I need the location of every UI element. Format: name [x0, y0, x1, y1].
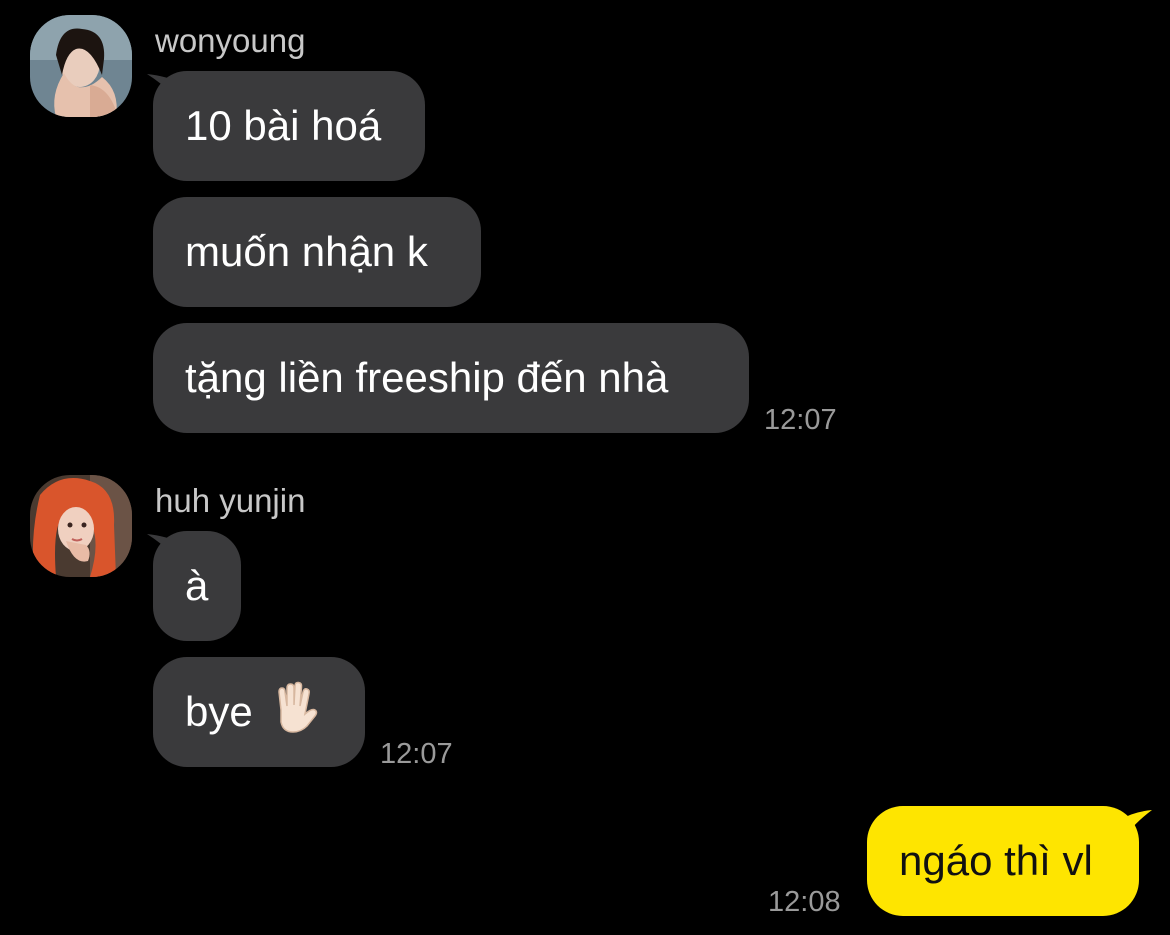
- message-bubble[interactable]: 10 bài hoá: [153, 71, 425, 181]
- message-text: ngáo thì vl: [899, 837, 1093, 884]
- message-bubble[interactable]: à: [153, 531, 241, 641]
- avatar-wonyoung-image: [30, 15, 132, 117]
- sender-name-wonyoung: wonyoung: [155, 22, 306, 59]
- sender-name-huh-yunjin: huh yunjin: [155, 482, 306, 519]
- avatar-huh-yunjin-image: [30, 475, 132, 577]
- message-bubble[interactable]: tặng liền freeship đến nhà: [153, 323, 749, 433]
- message-bubble[interactable]: muốn nhận k: [153, 197, 481, 307]
- message-text: 10 bài hoá: [185, 102, 382, 149]
- message-timestamp: 12:08: [768, 886, 841, 918]
- outgoing-message-bubble[interactable]: ngáo thì vl: [867, 806, 1139, 916]
- raised-hand-emoji-icon: [267, 680, 321, 744]
- message-bubble[interactable]: bye: [153, 657, 365, 767]
- message-text: bye: [185, 688, 253, 735]
- message-timestamp: 12:07: [380, 738, 453, 770]
- message-text: à: [185, 562, 209, 609]
- message-text: tặng liền freeship đến nhà: [185, 354, 669, 401]
- message-timestamp: 12:07: [764, 404, 837, 436]
- message-text: muốn nhận k: [185, 228, 428, 275]
- avatar-huh-yunjin[interactable]: [30, 475, 132, 577]
- bubble-tail: [1120, 810, 1152, 846]
- avatar-wonyoung[interactable]: [30, 15, 132, 117]
